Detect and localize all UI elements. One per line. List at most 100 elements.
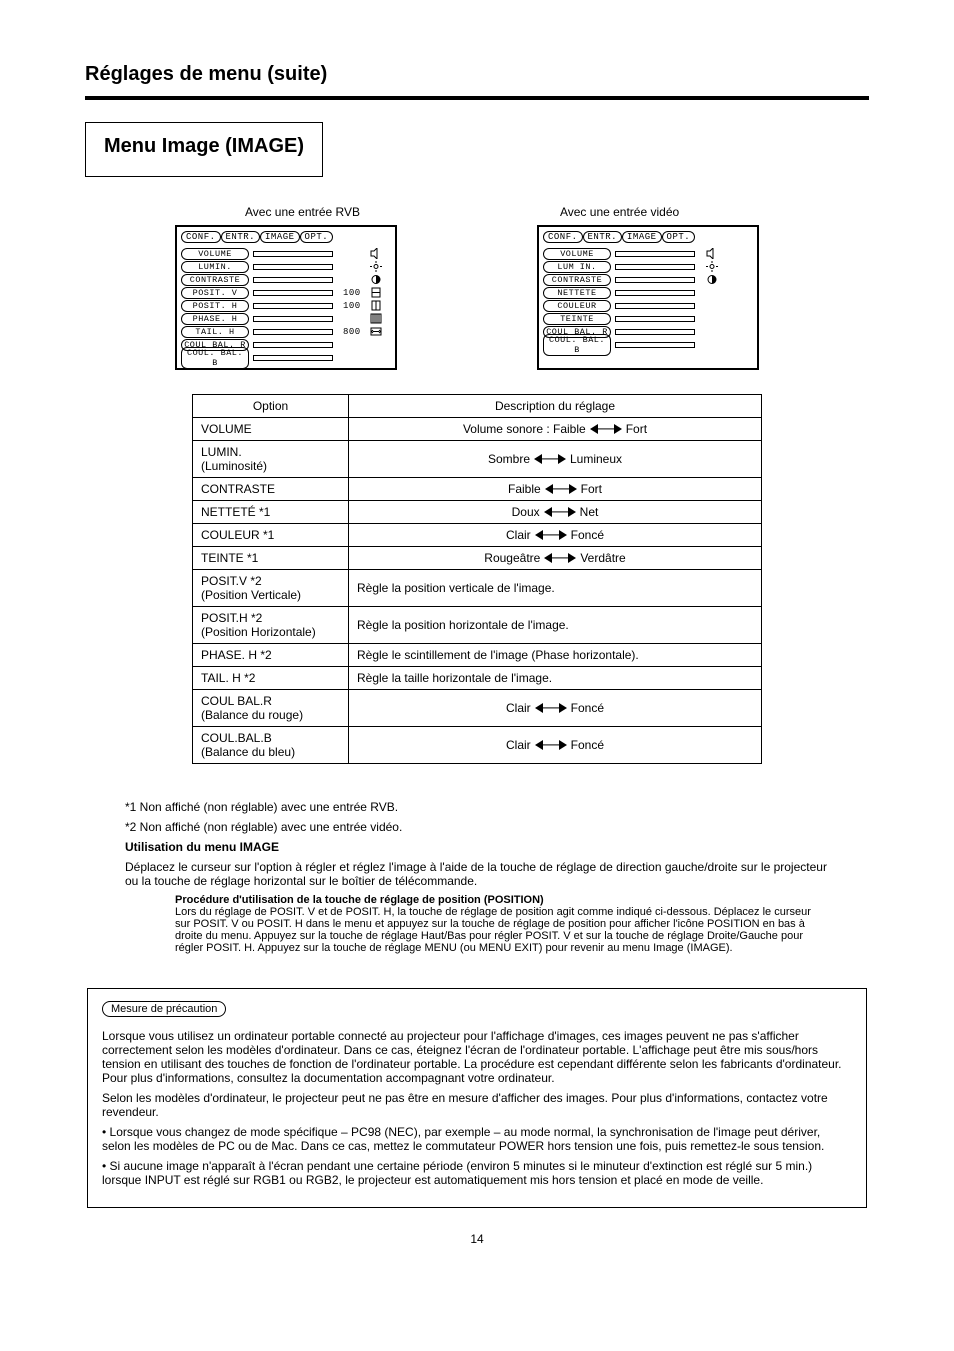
osd-row-label: TAIL. H: [181, 326, 249, 338]
table-row: LUMIN.(Luminosité)SombreLumineux: [193, 441, 762, 478]
table-cell-option: TAIL. H *2: [193, 667, 349, 690]
table-row: TAIL. H *2Règle la taille horizontale de…: [193, 667, 762, 690]
page-header: Réglages de menu (suite): [85, 40, 869, 96]
table-cell-desc: ClairFoncé: [349, 727, 762, 764]
osd-row-label: COUL. BAL. B: [543, 334, 611, 356]
table-row: POSIT.H *2(Position Horizontale)Règle la…: [193, 607, 762, 644]
table-cell-desc: ClairFoncé: [349, 690, 762, 727]
table-row: PHASE. H *2Règle le scintillement de l'i…: [193, 644, 762, 667]
table-row: COULEUR *1ClairFoncé: [193, 524, 762, 547]
osd-row-label: TEINTE: [543, 313, 611, 325]
osd-row-label: VOLUME: [181, 248, 249, 260]
osd-row: POSIT. H 100: [181, 299, 391, 312]
table-cell-option: COUL.BAL.B(Balance du bleu): [193, 727, 349, 764]
osd-tab: IMAGE: [260, 231, 300, 243]
osd-tab: IMAGE: [622, 231, 662, 243]
table-cell-option: COULEUR *1: [193, 524, 349, 547]
osd-row: CONTRASTE: [181, 273, 391, 286]
osd-row-label: VOLUME: [543, 248, 611, 260]
osd-row: VOLUME: [543, 247, 753, 260]
osd-tab: OPT.: [662, 231, 696, 243]
table-head-desc: Description du réglage: [349, 395, 762, 418]
double-arrow-icon: [545, 484, 577, 494]
table-cell-option: PHASE. H *2: [193, 644, 349, 667]
osd-row-value: 100: [343, 288, 369, 298]
caution-p2-lead: Selon les modèles d'ordinateur, le proje…: [102, 1091, 852, 1119]
osd-tab: ENTR.: [583, 231, 623, 243]
osd-row-label: COULEUR: [543, 300, 611, 312]
osd-row-label: COUL. BAL. B: [181, 347, 249, 369]
sun-icon: [705, 261, 719, 272]
osd-row-value: 800: [343, 327, 369, 337]
menu-label: Menu Image (IMAGE): [85, 122, 323, 177]
table-row: VOLUMEVolume sonore : FaibleFort: [193, 418, 762, 441]
table-row: POSIT.V *2(Position Verticale)Règle la p…: [193, 570, 762, 607]
osd-row: COUL. BAL. B: [543, 338, 753, 351]
osd-row-label: CONTRASTE: [543, 274, 611, 286]
table-cell-option: POSIT.V *2(Position Verticale): [193, 570, 349, 607]
table-head-option: Option: [193, 395, 349, 418]
contrast-icon: [705, 274, 719, 285]
double-arrow-icon: [535, 740, 567, 750]
caption-right: Avec une entrée vidéo: [560, 205, 679, 219]
footnote-2: *2 Non affiché (non réglable) avec une e…: [125, 820, 829, 834]
osd-row: NETTETE: [543, 286, 753, 299]
table-cell-desc: Règle la position verticale de l'image.: [349, 570, 762, 607]
table-row: TEINTE *1RougeâtreVerdâtre: [193, 547, 762, 570]
caption-left: Avec une entrée RVB: [245, 205, 360, 219]
menu-note-title: Utilisation du menu IMAGE: [125, 840, 279, 854]
settings-table: Option Description du réglage VOLUMEVolu…: [192, 394, 762, 764]
table-cell-option: COUL BAL.R(Balance du rouge): [193, 690, 349, 727]
osd-row-label: POSIT. H: [181, 300, 249, 312]
menu-note-sub: Procédure d'utilisation de la touche de …: [175, 894, 544, 906]
menu-note-sub-body: Lors du réglage de POSIT. V et de POSIT.…: [175, 906, 811, 954]
table-cell-option: POSIT.H *2(Position Horizontale): [193, 607, 349, 644]
double-arrow-icon: [544, 553, 576, 563]
phase-icon: [369, 313, 383, 324]
table-cell-option: CONTRASTE: [193, 478, 349, 501]
table-cell-option: NETTETÉ *1: [193, 501, 349, 524]
table-row: NETTETÉ *1DouxNet: [193, 501, 762, 524]
osd-row: TEINTE: [543, 312, 753, 325]
osd-row-value: 100: [343, 301, 369, 311]
osd-row-label: NETTETE: [543, 287, 611, 299]
caution-bullet-1: • Lorsque vous changez de mode spécifiqu…: [102, 1125, 852, 1153]
osd-row-label: CONTRASTE: [181, 274, 249, 286]
double-arrow-icon: [534, 454, 566, 464]
osd-row-label: LUM IN.: [543, 261, 611, 273]
caution-bullet-2: • Si aucune image n'apparaît à l'écran p…: [102, 1159, 852, 1187]
header-rule: [85, 96, 869, 100]
table-cell-desc: Volume sonore : FaibleFort: [349, 418, 762, 441]
osd-row: CONTRASTE: [543, 273, 753, 286]
page-number: 14: [85, 1232, 869, 1246]
posv-icon: [369, 287, 383, 298]
osd-tab: ENTR.: [221, 231, 261, 243]
double-arrow-icon: [535, 530, 567, 540]
osd-row: VOLUME: [181, 247, 391, 260]
speaker-icon: [369, 248, 383, 259]
table-row: COUL.BAL.B(Balance du bleu)ClairFoncé: [193, 727, 762, 764]
osd-row-label: PHASE. H: [181, 313, 249, 325]
double-arrow-icon: [535, 703, 567, 713]
table-cell-option: LUMIN.(Luminosité): [193, 441, 349, 478]
posh-icon: [369, 300, 383, 311]
osd-tab: CONF.: [181, 231, 221, 243]
footnote-1: *1 Non affiché (non réglable) avec une e…: [125, 800, 829, 814]
osd-row-label: LUMIN.: [181, 261, 249, 273]
menu-note-lead: Déplacez le curseur sur l'option à régle…: [125, 860, 829, 888]
table-cell-desc: Règle le scintillement de l'image (Phase…: [349, 644, 762, 667]
osd-tab: OPT.: [300, 231, 334, 243]
osd-screenshot-video: CONF. ENTR. IMAGE OPT. VOLUMELUM IN.CONT…: [537, 225, 759, 370]
speaker-icon: [705, 248, 719, 259]
table-row: CONTRASTEFaibleFort: [193, 478, 762, 501]
table-cell-option: TEINTE *1: [193, 547, 349, 570]
double-arrow-icon: [544, 507, 576, 517]
table-cell-desc: DouxNet: [349, 501, 762, 524]
osd-row: COULEUR: [543, 299, 753, 312]
double-arrow-icon: [590, 424, 622, 434]
table-cell-desc: Règle la taille horizontale de l'image.: [349, 667, 762, 690]
osd-screenshot-rgb: CONF. ENTR. IMAGE OPT. VOLUMELUMIN.CONTR…: [175, 225, 397, 370]
sun-icon: [369, 261, 383, 272]
osd-row: COUL. BAL. B: [181, 351, 391, 364]
table-cell-desc: Règle la position horizontale de l'image…: [349, 607, 762, 644]
